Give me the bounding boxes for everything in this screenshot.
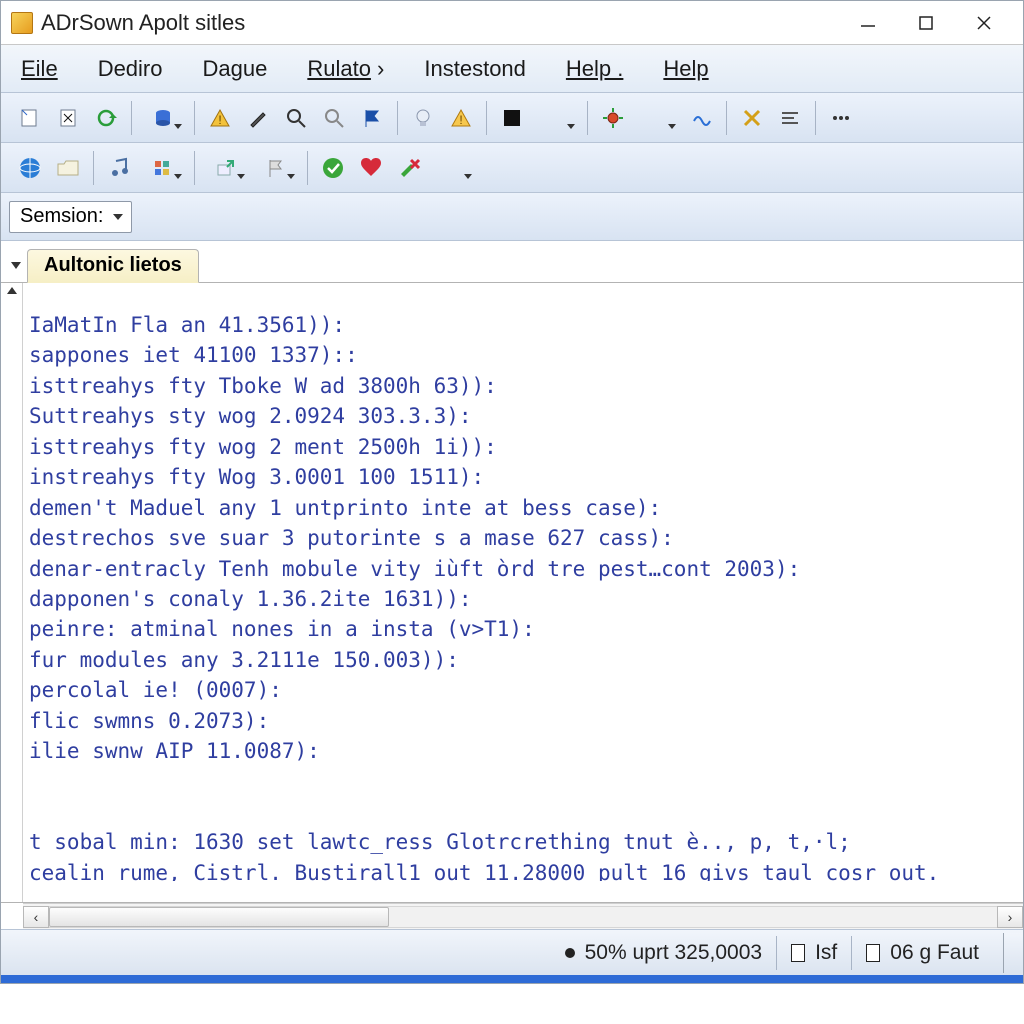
svg-text:!: ! [459, 113, 462, 127]
status-isf: Isf [776, 936, 851, 970]
toolbar-secondary [1, 143, 1023, 193]
document-icon [866, 944, 880, 962]
status-faut-text: 06 g Faut [890, 941, 979, 965]
tool-warning-orange-icon[interactable]: ! [446, 103, 476, 133]
output-pane[interactable]: IaMatIn Fla an 41.3561)): sappones iet 4… [23, 304, 1023, 881]
status-dot-icon [565, 948, 575, 958]
chevron-up-icon [7, 287, 17, 294]
menu-rulato[interactable]: Rulato › [301, 52, 390, 86]
scroll-right-button[interactable]: › [997, 906, 1023, 928]
tool-music-icon[interactable] [104, 153, 134, 183]
status-isf-text: Isf [815, 941, 837, 965]
tool-align-icon[interactable] [775, 103, 805, 133]
menu-help-1[interactable]: Help . [560, 52, 629, 86]
tool-overflow-icon[interactable] [826, 103, 856, 133]
tool-heart-icon[interactable] [356, 153, 386, 183]
tool-gear-dropdown[interactable] [636, 103, 678, 133]
status-progress-text: 50% uprt 325,0003 [585, 941, 762, 965]
tool-gear-icon[interactable] [598, 103, 628, 133]
tool-search-icon[interactable] [281, 103, 311, 133]
menu-file[interactable]: Eile [15, 52, 64, 86]
menu-help-2[interactable]: Help [657, 52, 714, 86]
tool-pencil-icon[interactable] [243, 103, 273, 133]
title-bar: ADrSown Apolt sitles [1, 1, 1023, 45]
tool-flag-icon[interactable] [357, 103, 387, 133]
resize-grip[interactable] [1003, 933, 1023, 973]
tool-new-icon[interactable] [15, 103, 45, 133]
chevron-down-icon [113, 214, 123, 220]
tool-folder-icon[interactable] [53, 153, 83, 183]
window-bottom-border [1, 975, 1023, 983]
menu-bar: Eile Dediro Dague Rulato › Instestond He… [1, 45, 1023, 93]
status-progress: 50% uprt 325,0003 [551, 936, 776, 970]
tool-accept-icon[interactable] [318, 153, 348, 183]
session-selector[interactable]: Semsion: [9, 201, 132, 233]
tool-edit-dropdown[interactable] [432, 153, 474, 183]
session-row: Semsion: [1, 193, 1023, 241]
close-button[interactable] [955, 4, 1013, 42]
document-icon [791, 944, 805, 962]
tool-zoom-out-icon[interactable] [319, 103, 349, 133]
scroll-track[interactable] [49, 906, 997, 928]
menu-dague[interactable]: Dague [197, 52, 274, 86]
menu-instestond[interactable]: Instestond [418, 52, 532, 86]
tool-flag2-icon[interactable] [255, 153, 297, 183]
tab-overflow-button[interactable] [5, 248, 27, 282]
window-title: ADrSown Apolt sitles [41, 10, 245, 36]
tool-database-icon[interactable] [142, 103, 184, 133]
tabs-row: Aultonic lietos [1, 241, 1023, 283]
svg-text:!: ! [218, 113, 221, 127]
horizontal-scrollbar[interactable]: ‹ › [23, 903, 1023, 929]
scroll-left-button[interactable]: ‹ [23, 906, 49, 928]
tool-stop-dropdown[interactable] [535, 103, 577, 133]
tool-warning-yellow-icon[interactable]: ! [205, 103, 235, 133]
maximize-button[interactable] [897, 4, 955, 42]
status-faut: 06 g Faut [851, 936, 993, 970]
tool-palette-icon[interactable] [142, 153, 184, 183]
content-area: IaMatIn Fla an 41.3561)): sappones iet 4… [1, 283, 1023, 903]
tool-refresh-icon[interactable] [91, 103, 121, 133]
tool-delete-x-icon[interactable] [737, 103, 767, 133]
tool-function-icon[interactable] [686, 103, 716, 133]
tool-export-icon[interactable] [205, 153, 247, 183]
toolbar-primary: ! ! [1, 93, 1023, 143]
scroll-thumb[interactable] [49, 907, 389, 927]
tool-clipboard-x-icon[interactable] [53, 103, 83, 133]
app-icon [11, 12, 33, 34]
tab-output[interactable]: Aultonic lietos [27, 249, 199, 283]
session-label: Semsion: [20, 205, 103, 228]
minimize-button[interactable] [839, 4, 897, 42]
tool-stop-icon[interactable] [497, 103, 527, 133]
tool-bulb-icon[interactable] [408, 103, 438, 133]
status-bar: 50% uprt 325,0003 Isf 06 g Faut [1, 929, 1023, 975]
menu-dediro[interactable]: Dediro [92, 52, 169, 86]
tool-globe-icon[interactable] [15, 153, 45, 183]
tool-edit-cancel-icon[interactable] [394, 153, 424, 183]
content-gutter[interactable] [1, 283, 23, 902]
